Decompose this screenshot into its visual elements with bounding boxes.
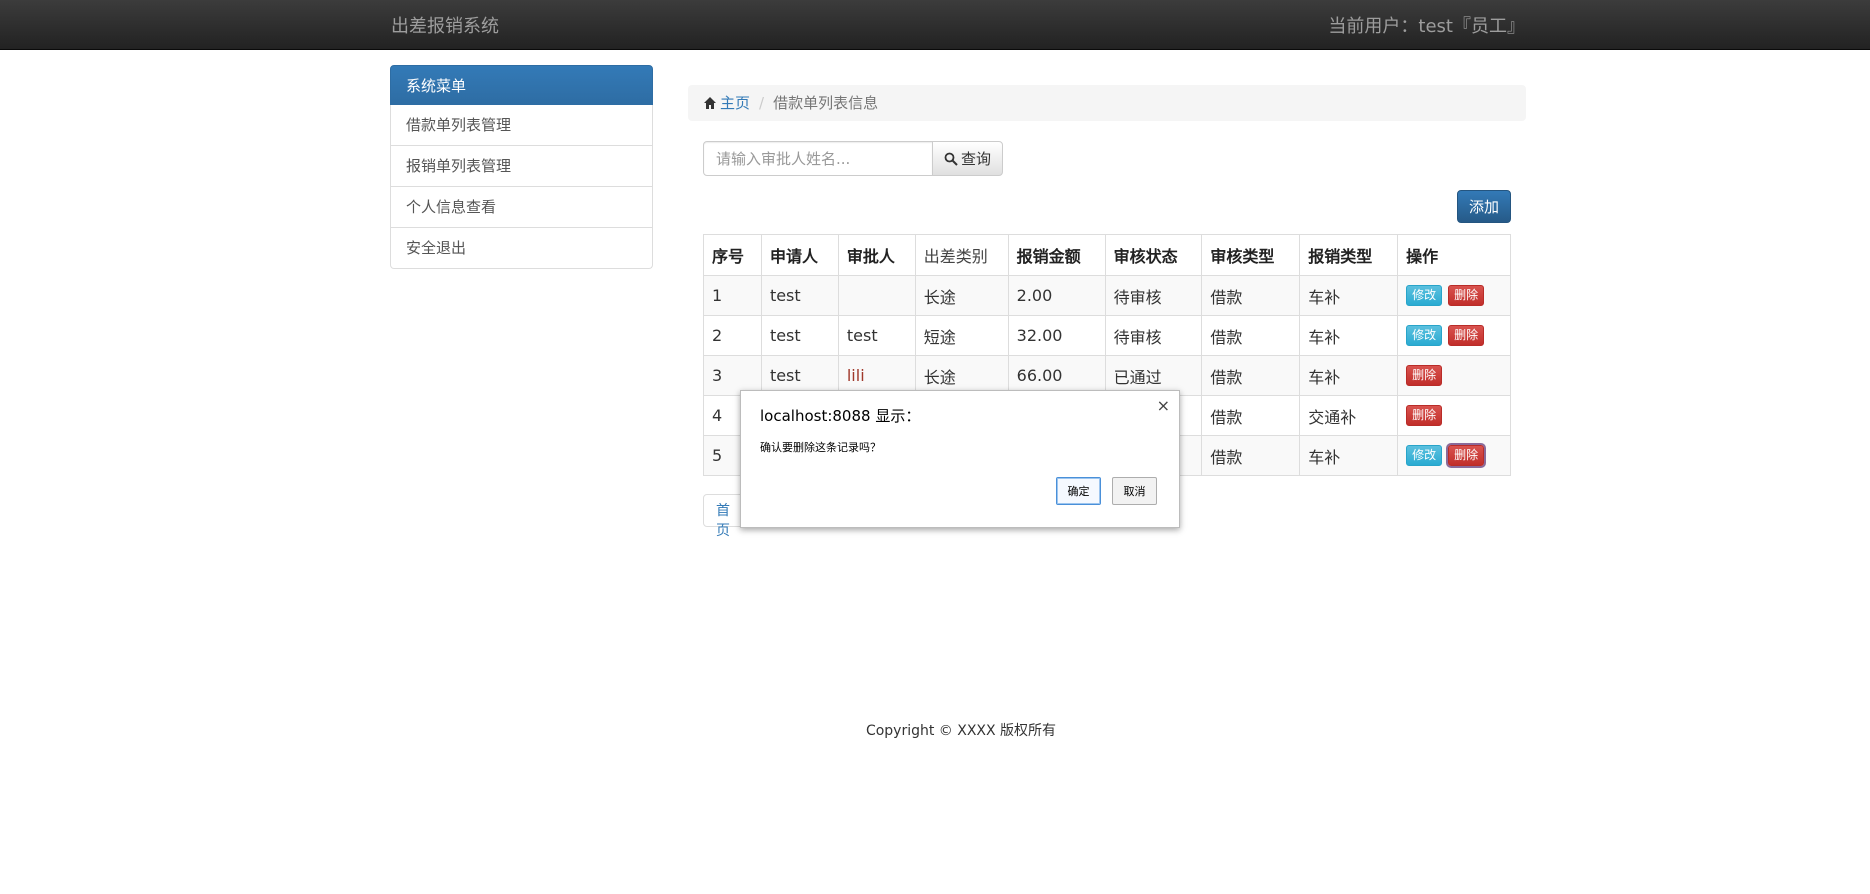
column-header-category: 出差类别 xyxy=(914,234,1009,276)
table-row: 1 test 长途 2.00 待审核 借款 车补 修改 删除 xyxy=(703,275,1511,316)
sidebar-item-profile[interactable]: 个人信息查看 xyxy=(390,187,653,228)
delete-button[interactable]: 删除 xyxy=(1448,445,1485,466)
breadcrumb-home-link[interactable]: 主页 xyxy=(720,94,750,112)
edit-button[interactable]: 修改 xyxy=(1406,325,1443,346)
cell-category: 短途 xyxy=(914,315,1009,356)
dialog-ok-button[interactable]: 确定 xyxy=(1056,477,1101,505)
approver-search-input[interactable] xyxy=(703,141,933,176)
search-icon xyxy=(944,152,958,166)
breadcrumb-separator: / xyxy=(759,94,765,112)
add-button[interactable]: 添加 xyxy=(1457,190,1511,223)
column-header-no: 序号 xyxy=(703,234,762,276)
dialog-cancel-button[interactable]: 取消 xyxy=(1112,477,1157,505)
cell-applicant: test xyxy=(760,275,839,316)
column-header-amount: 报销金额 xyxy=(1007,234,1106,276)
cell-reimbursement-type: 车补 xyxy=(1299,355,1399,396)
cell-actions: 修改 删除 xyxy=(1397,275,1511,316)
cell-status: 待审核 xyxy=(1104,275,1203,316)
sidebar-title: 系统菜单 xyxy=(390,65,653,105)
cell-applicant: test xyxy=(760,315,839,356)
delete-button[interactable]: 删除 xyxy=(1448,325,1485,346)
sidebar-item-logout[interactable]: 安全退出 xyxy=(390,228,653,269)
top-navbar: 出差报销系统 当前用户：test『员工』 xyxy=(0,0,1870,50)
delete-button[interactable]: 删除 xyxy=(1406,365,1443,386)
cell-reimbursement-type: 车补 xyxy=(1299,435,1399,476)
dialog-title: localhost:8088 显示： xyxy=(760,407,921,425)
cell-audit-type: 借款 xyxy=(1201,275,1301,316)
edit-button[interactable]: 修改 xyxy=(1406,445,1443,466)
dialog-message: 确认要删除这条记录吗？ xyxy=(760,441,881,454)
cell-no: 2 xyxy=(703,315,762,356)
cell-reimbursement-type: 车补 xyxy=(1299,315,1399,356)
cell-audit-type: 借款 xyxy=(1201,395,1301,436)
app-brand[interactable]: 出差报销系统 xyxy=(391,12,499,38)
footer-copyright: Copyright © XXXX 版权所有 xyxy=(865,723,1057,739)
cell-reimbursement-type: 车补 xyxy=(1299,275,1399,316)
column-header-approver: 审批人 xyxy=(837,234,916,276)
delete-button[interactable]: 删除 xyxy=(1448,285,1485,306)
cell-reimbursement-type: 交通补 xyxy=(1299,395,1399,436)
column-header-reimbursement-type: 报销类型 xyxy=(1299,234,1399,276)
cell-audit-type: 借款 xyxy=(1201,355,1301,396)
column-header-audit-type: 审核类型 xyxy=(1201,234,1301,276)
cell-actions: 删除 xyxy=(1397,355,1511,396)
cell-audit-type: 借款 xyxy=(1201,315,1301,356)
breadcrumb-current: 借款单列表信息 xyxy=(773,94,879,112)
cell-audit-type: 借款 xyxy=(1201,435,1301,476)
cell-amount: 2.00 xyxy=(1007,275,1106,316)
cell-actions: 修改 删除 xyxy=(1397,435,1511,476)
breadcrumb: 主页 / 借款单列表信息 xyxy=(688,85,1526,121)
column-header-applicant: 申请人 xyxy=(760,234,839,276)
confirm-dialog: localhost:8088 显示： × 确认要删除这条记录吗？ 确定 取消 xyxy=(740,390,1180,528)
cell-category: 长途 xyxy=(914,275,1009,316)
cell-actions: 删除 xyxy=(1397,395,1511,436)
home-icon xyxy=(704,97,716,109)
close-icon[interactable]: × xyxy=(1157,396,1170,415)
search-button[interactable]: 查询 xyxy=(932,141,1003,176)
cell-status: 待审核 xyxy=(1104,315,1203,356)
table-row: 2 test test 短途 32.00 待审核 借款 车补 修改 删除 xyxy=(703,315,1511,356)
column-header-status: 审核状态 xyxy=(1104,234,1203,276)
current-user-label: 当前用户：test『员工』 xyxy=(1328,16,1525,37)
table-header-row: 序号 申请人 审批人 出差类别 报销金额 审核状态 审核类型 报销类型 操作 xyxy=(703,234,1511,276)
sidebar-item-loan-list[interactable]: 借款单列表管理 xyxy=(390,105,653,146)
cell-amount: 32.00 xyxy=(1007,315,1106,356)
cell-actions: 修改 删除 xyxy=(1397,315,1511,356)
cell-approver: test xyxy=(837,315,916,356)
delete-button[interactable]: 删除 xyxy=(1406,405,1443,426)
sidebar-item-reimbursement-list[interactable]: 报销单列表管理 xyxy=(390,146,653,187)
column-header-actions: 操作 xyxy=(1397,234,1511,276)
cell-no: 1 xyxy=(703,275,762,316)
search-button-label: 查询 xyxy=(960,150,991,168)
cell-approver xyxy=(837,275,916,316)
edit-button[interactable]: 修改 xyxy=(1406,285,1443,306)
sidebar: 系统菜单 借款单列表管理 报销单列表管理 个人信息查看 安全退出 xyxy=(390,65,653,269)
